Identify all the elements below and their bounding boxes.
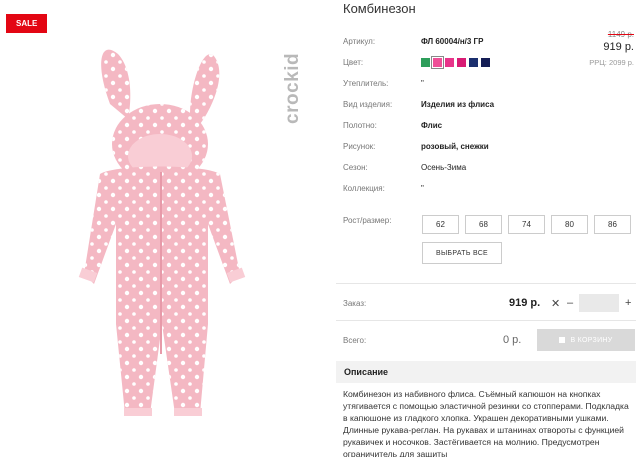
attr-value: " [421,183,424,193]
attr-insulation: Утеплитель: " [343,76,424,90]
color-swatch-pink[interactable] [445,57,454,67]
color-swatch-pink-selected[interactable] [431,55,444,69]
attr-value: Флис [421,120,443,130]
cart-icon [559,337,566,343]
current-price: 919 р. [603,41,634,53]
size-option-80[interactable]: 80 [551,215,588,234]
attr-label: Цвет: [343,57,364,67]
total-row: Всего: 0 р. В КОРЗИНУ [343,329,635,351]
attr-label: Артикул: [343,36,376,46]
total-price: 0 р. [503,334,522,346]
description-text: Комбинезон из набивного флиса. Съёмный к… [343,389,629,457]
attr-value: " [421,78,424,88]
attr-label: Коллекция: [343,183,385,193]
add-to-cart-label: В КОРЗИНУ [570,336,613,344]
add-to-cart-button[interactable]: В КОРЗИНУ [537,329,635,351]
attr-value: Осень-Зима [421,162,467,172]
attr-value: Изделия из флиса [421,99,495,109]
size-options: 62 68 74 80 86 [422,215,631,234]
attr-season: Сезон: Осень-Зима [343,160,466,174]
attr-article: Артикул: ФЛ 60004/н/3 ГР [343,34,483,48]
quantity-increase-button[interactable]: + [625,297,631,309]
divider [336,283,636,284]
attr-pattern: Рисунок: розовый, снежки [343,139,489,153]
select-all-sizes-button[interactable]: ВЫБРАТЬ ВСЕ [422,242,502,264]
total-label: Всего: [343,335,367,345]
attr-product-type: Вид изделия: Изделия из флиса [343,97,494,111]
attr-color: Цвет: [343,55,490,69]
divider [336,320,636,321]
old-price: 1149 р. [607,30,634,39]
attr-label: Полотно: [343,120,377,130]
size-label: Рост/размер: [343,215,392,225]
color-swatch-green[interactable] [421,57,430,67]
product-info: Комбинезон 1149 р. 919 р. РРЦ: 2099 р. А… [332,0,640,457]
size-option-74[interactable]: 74 [508,215,545,234]
color-swatch-navy[interactable] [469,57,478,67]
rrp-price: РРЦ: 2099 р. [589,58,634,67]
size-option-86[interactable]: 86 [594,215,631,234]
size-row: Рост/размер: [343,213,421,227]
attr-label: Рисунок: [343,141,376,151]
description-heading[interactable]: Описание [336,361,636,383]
price-block: 1149 р. 919 р. РРЦ: 2099 р. [589,30,634,67]
quantity-input[interactable] [579,294,619,312]
attr-label: Утеплитель: [343,78,389,88]
attr-value: ФЛ 60004/н/3 ГР [421,36,484,46]
attr-label: Сезон: [343,162,368,172]
attr-collection: Коллекция: " [343,181,424,195]
product-image[interactable] [40,24,270,444]
product-title: Комбинезон [343,1,416,16]
remove-item-button[interactable]: ✕ [551,297,560,310]
color-swatches [421,55,490,69]
attr-label: Вид изделия: [343,99,393,109]
brand-logo: crockid [282,52,303,124]
attr-value: розовый, снежки [421,141,489,151]
color-swatch-magenta[interactable] [457,57,466,67]
order-price: 919 р. [509,297,541,309]
color-swatch-dark-navy[interactable] [481,57,490,67]
size-option-68[interactable]: 68 [465,215,502,234]
attr-fabric: Полотно: Флис [343,118,442,132]
size-option-62[interactable]: 62 [422,215,459,234]
order-label: Заказ: [343,298,367,308]
order-row: Заказ: 919 р. ✕ – + [343,294,635,312]
quantity-decrease-button[interactable]: – [567,297,573,309]
product-gallery: SALE crockid [0,0,318,457]
